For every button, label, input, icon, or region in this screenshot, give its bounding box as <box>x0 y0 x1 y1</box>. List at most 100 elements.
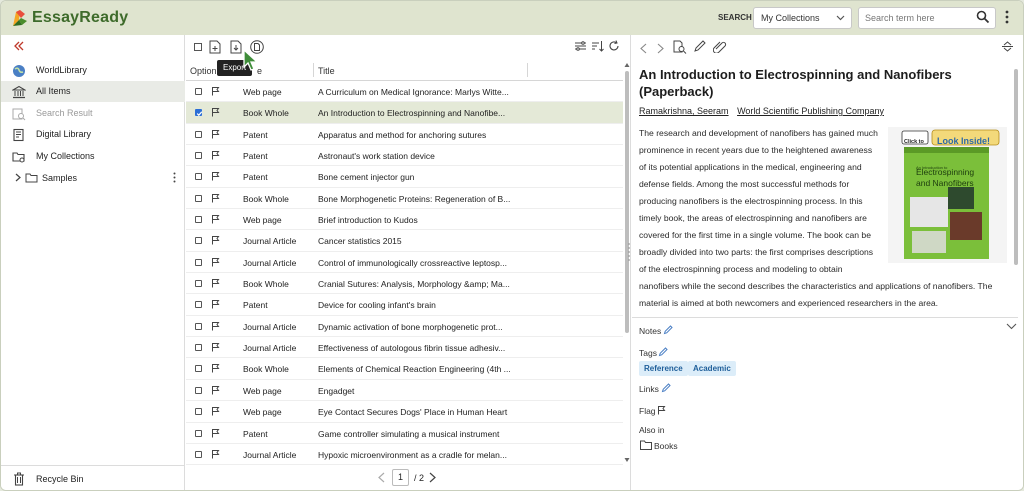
table-row[interactable]: Web page Eye Contact Secures Dogs' Place … <box>186 401 623 423</box>
attachment-icon[interactable] <box>712 40 727 55</box>
publisher-link[interactable]: World Scientific Publishing Company <box>737 106 884 116</box>
brand-logo[interactable]: EssayReady <box>11 8 128 28</box>
table-row[interactable]: Journal Article Hypoxic microenvironment … <box>186 444 623 466</box>
row-checkbox[interactable] <box>195 344 202 352</box>
sidebar-item-recycle-bin[interactable]: Recycle Bin <box>1 465 185 490</box>
add-item-icon[interactable] <box>209 40 221 56</box>
row-checkbox[interactable] <box>195 152 202 160</box>
tag-academic[interactable]: Academic <box>688 361 736 376</box>
detail-scrollbar-thumb[interactable] <box>1014 69 1018 265</box>
flag-icon[interactable] <box>211 363 220 375</box>
flag-icon[interactable] <box>211 257 220 269</box>
next-page-icon[interactable] <box>429 472 436 485</box>
table-row[interactable]: Journal Article Control of immunologicall… <box>186 252 623 274</box>
column-options[interactable]: Option <box>190 66 217 76</box>
sidebar-item-all-items[interactable]: All Items <box>1 81 185 102</box>
flag-icon[interactable] <box>211 428 220 440</box>
row-checkbox[interactable] <box>195 258 202 266</box>
flag-icon[interactable] <box>211 129 220 141</box>
row-checkbox[interactable] <box>195 322 202 330</box>
sidebar-item-my-collections[interactable]: My Collections <box>1 146 185 167</box>
expand-collapse-icon[interactable] <box>1001 40 1014 55</box>
row-checkbox[interactable] <box>195 365 202 373</box>
flag-icon[interactable] <box>211 449 220 461</box>
row-checkbox[interactable] <box>195 301 202 309</box>
sort-icon[interactable] <box>591 40 604 54</box>
sidebar-folder-samples[interactable]: Samples <box>1 168 185 188</box>
also-in-folder[interactable]: Books <box>654 441 678 451</box>
row-checkbox[interactable] <box>195 429 202 437</box>
sidebar-item-digital-library[interactable]: Digital Library <box>1 124 185 145</box>
search-icon[interactable] <box>976 10 990 26</box>
table-row[interactable]: Book Whole Bone Morphogenetic Proteins: R… <box>186 188 623 210</box>
resize-handle-icon[interactable] <box>627 241 631 265</box>
collapse-sidebar-icon[interactable] <box>13 41 25 53</box>
chevron-down-icon[interactable] <box>1006 322 1017 332</box>
list-scrollbar-thumb[interactable] <box>625 71 629 333</box>
table-row[interactable]: Patent Game controller simulating a music… <box>186 423 623 444</box>
table-row[interactable]: Patent Device for cooling infant's brain <box>186 294 623 316</box>
book-cover-image[interactable]: Click to Look Inside! An Introduction to… <box>888 127 1007 263</box>
search-document-icon[interactable] <box>673 40 687 56</box>
back-icon[interactable] <box>640 43 647 56</box>
flag-icon[interactable] <box>211 107 220 119</box>
table-row[interactable]: Web page Engadget <box>186 380 623 402</box>
edit-icon[interactable] <box>693 40 706 55</box>
table-row[interactable]: Patent Astronaut's work station device <box>186 145 623 167</box>
flag-icon[interactable] <box>211 278 220 290</box>
folder-menu-icon[interactable] <box>173 172 176 185</box>
edit-tags-icon[interactable] <box>658 347 668 359</box>
forward-icon[interactable] <box>657 43 664 56</box>
more-menu-icon[interactable] <box>1005 10 1009 26</box>
table-row[interactable]: Web page Brief introduction to Kudos <box>186 209 623 231</box>
flag-icon[interactable] <box>211 86 220 98</box>
column-divider[interactable] <box>313 63 314 77</box>
table-row[interactable]: Book Whole Cranial Sutures: Analysis, Mor… <box>186 273 623 295</box>
flag-icon[interactable] <box>211 171 220 183</box>
row-checkbox[interactable] <box>195 280 202 288</box>
row-checkbox[interactable] <box>195 194 202 202</box>
row-checkbox[interactable] <box>195 386 202 394</box>
table-row[interactable]: Patent Bone cement injector gun <box>186 166 623 188</box>
chevron-right-icon[interactable] <box>15 173 21 184</box>
columns-settings-icon[interactable] <box>574 40 587 54</box>
row-checkbox[interactable] <box>195 130 202 138</box>
flag-icon[interactable] <box>211 235 220 247</box>
table-row[interactable]: Patent Apparatus and method for anchoring… <box>186 124 623 146</box>
table-row[interactable]: Book Whole Elements of Chemical Reaction … <box>186 358 623 380</box>
flag-icon[interactable] <box>211 150 220 162</box>
row-checkbox[interactable] <box>195 88 202 95</box>
table-row[interactable]: Journal Article Cancer statistics 2015 <box>186 230 623 252</box>
row-checkbox[interactable] <box>195 216 202 224</box>
edit-links-icon[interactable] <box>661 383 671 395</box>
flag-icon[interactable] <box>211 193 220 205</box>
tag-reference[interactable]: Reference <box>639 361 688 376</box>
row-checkbox[interactable] <box>195 109 202 117</box>
column-divider[interactable] <box>527 63 528 77</box>
row-checkbox[interactable] <box>195 237 202 245</box>
row-checkbox[interactable] <box>195 408 202 416</box>
flag-icon[interactable] <box>211 299 220 311</box>
select-all-checkbox[interactable] <box>194 43 202 53</box>
row-checkbox[interactable] <box>195 173 202 181</box>
collection-select[interactable]: My Collections <box>753 7 852 29</box>
edit-notes-icon[interactable] <box>663 325 673 337</box>
row-checkbox[interactable] <box>195 450 202 458</box>
flag-icon[interactable] <box>211 342 220 354</box>
flag-icon[interactable] <box>211 406 220 418</box>
table-row[interactable]: Journal Article Dynamic activation of bon… <box>186 316 623 338</box>
sidebar-item-search-result[interactable]: Search Result <box>1 103 185 124</box>
flag-icon[interactable] <box>657 405 666 417</box>
sidebar-item-worldlibrary[interactable]: WorldLibrary <box>1 60 185 81</box>
table-row[interactable]: Journal Article Effectiveness of autologo… <box>186 337 623 359</box>
prev-page-icon[interactable] <box>378 472 385 485</box>
flag-icon[interactable] <box>211 385 220 397</box>
page-number-input[interactable]: 1 <box>392 469 409 486</box>
author-link[interactable]: Ramakrishna, Seeram <box>639 106 729 116</box>
refresh-icon[interactable] <box>608 40 620 54</box>
table-row[interactable]: Web page A Curriculum on Medical Ignoranc… <box>186 81 623 103</box>
table-row[interactable]: Book Whole An Introduction to Electrospin… <box>186 102 623 124</box>
column-title[interactable]: Title <box>318 66 335 76</box>
flag-icon[interactable] <box>211 321 220 333</box>
flag-icon[interactable] <box>211 214 220 226</box>
